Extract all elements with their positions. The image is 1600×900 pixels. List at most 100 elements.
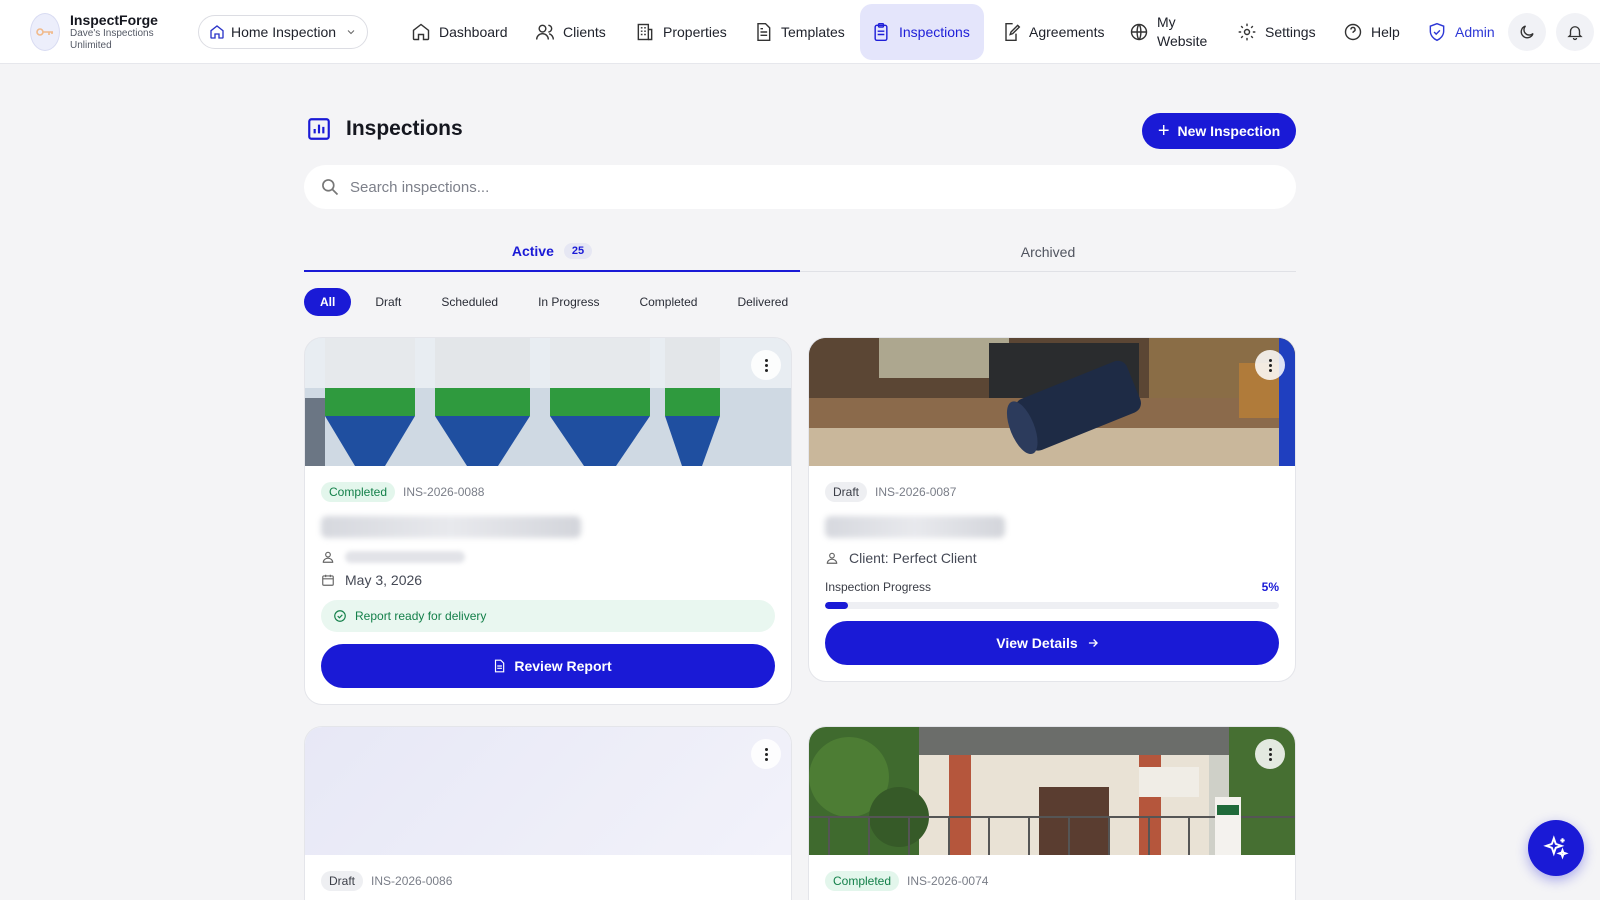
nav-clients[interactable]: Clients (524, 4, 617, 60)
filter-scheduled[interactable]: Scheduled (425, 288, 514, 316)
filter-completed[interactable]: Completed (623, 288, 713, 316)
edit-document-icon (1005, 22, 1021, 42)
brand-name: InspectForge (70, 12, 158, 28)
client-name: Client: Perfect Client (849, 550, 977, 566)
nav-my-website[interactable]: My Website (1118, 4, 1220, 60)
search-icon (322, 179, 339, 196)
clipboard-icon (874, 22, 888, 42)
nav-label: Agreements (1029, 24, 1105, 40)
view-details-button[interactable]: View Details (825, 621, 1279, 665)
nav-label: Help (1371, 24, 1400, 40)
help-circle-icon (1344, 23, 1362, 41)
calendar-icon (322, 574, 334, 586)
card-menu-button[interactable] (751, 739, 781, 769)
filter-in-progress[interactable]: In Progress (522, 288, 615, 316)
page-title: Inspections (346, 117, 463, 140)
status-filters: All Draft Scheduled In Progress Complete… (304, 288, 812, 316)
progress-label: Inspection Progress (825, 580, 932, 594)
notifications-button[interactable] (1556, 13, 1594, 51)
chevron-down-icon (347, 30, 355, 35)
status-badge: Draft (321, 871, 364, 891)
brand-subtitle: Dave's Inspections Unlimited (70, 28, 154, 51)
nav-admin[interactable]: Admin (1416, 4, 1506, 60)
property-photo (809, 338, 1295, 466)
nav-properties[interactable]: Properties (624, 4, 738, 60)
view-details-label: View Details (996, 635, 1078, 651)
new-inspection-label: New Inspection (1177, 123, 1281, 139)
user-icon (322, 551, 334, 563)
user-icon (826, 552, 838, 564)
bell-icon (1567, 26, 1583, 41)
building-icon (637, 23, 653, 41)
property-photo (305, 338, 791, 466)
inspection-type-select[interactable]: Home Inspection (198, 15, 368, 49)
property-photo-placeholder (305, 727, 791, 855)
status-badge: Draft (825, 482, 868, 502)
search-input[interactable] (350, 178, 1250, 196)
card-menu-button[interactable] (1255, 739, 1285, 769)
gear-icon (1238, 23, 1256, 41)
brand[interactable]: InspectForge Dave's Inspections Unlimite… (30, 12, 180, 52)
progress-percent: 5% (1261, 580, 1279, 594)
card-menu-button[interactable] (751, 350, 781, 380)
active-count-badge: 25 (563, 243, 593, 259)
inspection-card[interactable]: Draft INS-2026-0086 (304, 726, 792, 900)
inspection-card[interactable]: Completed INS-2026-0074 (808, 726, 1296, 900)
globe-icon (1130, 23, 1148, 41)
progress-bar (825, 602, 1279, 609)
filter-all[interactable]: All (304, 288, 352, 316)
home-icon (210, 25, 224, 39)
users-icon (535, 24, 555, 40)
report-ready-text: Report ready for delivery (355, 609, 487, 623)
tab-active[interactable]: Active 25 (304, 232, 800, 272)
check-circle-icon (334, 610, 346, 622)
nav-label: My Website (1157, 14, 1208, 49)
ai-assistant-button[interactable] (1528, 820, 1584, 876)
review-report-button[interactable]: Review Report (321, 644, 775, 688)
inspection-id: INS-2026-0074 (907, 874, 989, 888)
property-photo (809, 727, 1295, 855)
inspection-card[interactable]: Completed INS-2026-0088 May 3, 2026 Repo… (304, 337, 792, 705)
home-icon (412, 23, 430, 41)
tab-archived[interactable]: Archived (800, 232, 1296, 272)
card-menu-button[interactable] (1255, 350, 1285, 380)
nav-label: Properties (663, 24, 727, 40)
filter-draft[interactable]: Draft (359, 288, 417, 316)
sparkles-icon (1543, 835, 1569, 860)
inspection-type-label: Home Inspection (231, 24, 337, 40)
nav-label: Inspections (899, 24, 970, 40)
inspection-id: INS-2026-0087 (875, 485, 957, 499)
tab-active-label: Active (511, 243, 554, 259)
status-badge: Completed (825, 871, 900, 891)
arrow-right-icon (1088, 639, 1098, 647)
report-ready-notice: Report ready for delivery (321, 600, 775, 632)
inspection-card[interactable]: Draft INS-2026-0087 Client: Perfect Clie… (808, 337, 1296, 682)
nav-label: Templates (781, 24, 845, 40)
moon-icon (1520, 25, 1534, 39)
inspection-id: INS-2026-0086 (371, 874, 453, 888)
filter-delivered[interactable]: Delivered (721, 288, 804, 316)
nav-label: Clients (563, 24, 606, 40)
nav-label: Admin (1455, 24, 1495, 40)
new-inspection-button[interactable]: + New Inspection (1142, 113, 1296, 149)
nav-templates[interactable]: Templates (742, 4, 856, 60)
inspection-date: May 3, 2026 (345, 572, 423, 588)
review-report-label: Review Report (514, 658, 612, 674)
property-address-redacted (825, 516, 1005, 538)
document-icon (495, 659, 505, 673)
page-header: Inspections (306, 116, 463, 142)
shield-icon (1429, 22, 1445, 42)
nav-dashboard[interactable]: Dashboard (400, 4, 519, 60)
nav-label: Settings (1265, 24, 1316, 40)
status-tabs: Active 25 Archived (304, 232, 1296, 272)
document-icon (757, 22, 771, 42)
progress-header: Inspection Progress 5% (825, 580, 1279, 594)
search-bar (304, 165, 1296, 209)
nav-inspections[interactable]: Inspections (860, 4, 984, 60)
nav-label: Dashboard (439, 24, 508, 40)
nav-help[interactable]: Help (1332, 4, 1411, 60)
client-name-redacted (345, 551, 465, 563)
theme-toggle-button[interactable] (1508, 13, 1546, 51)
nav-settings[interactable]: Settings (1226, 4, 1327, 60)
nav-agreements[interactable]: Agreements (990, 4, 1115, 60)
